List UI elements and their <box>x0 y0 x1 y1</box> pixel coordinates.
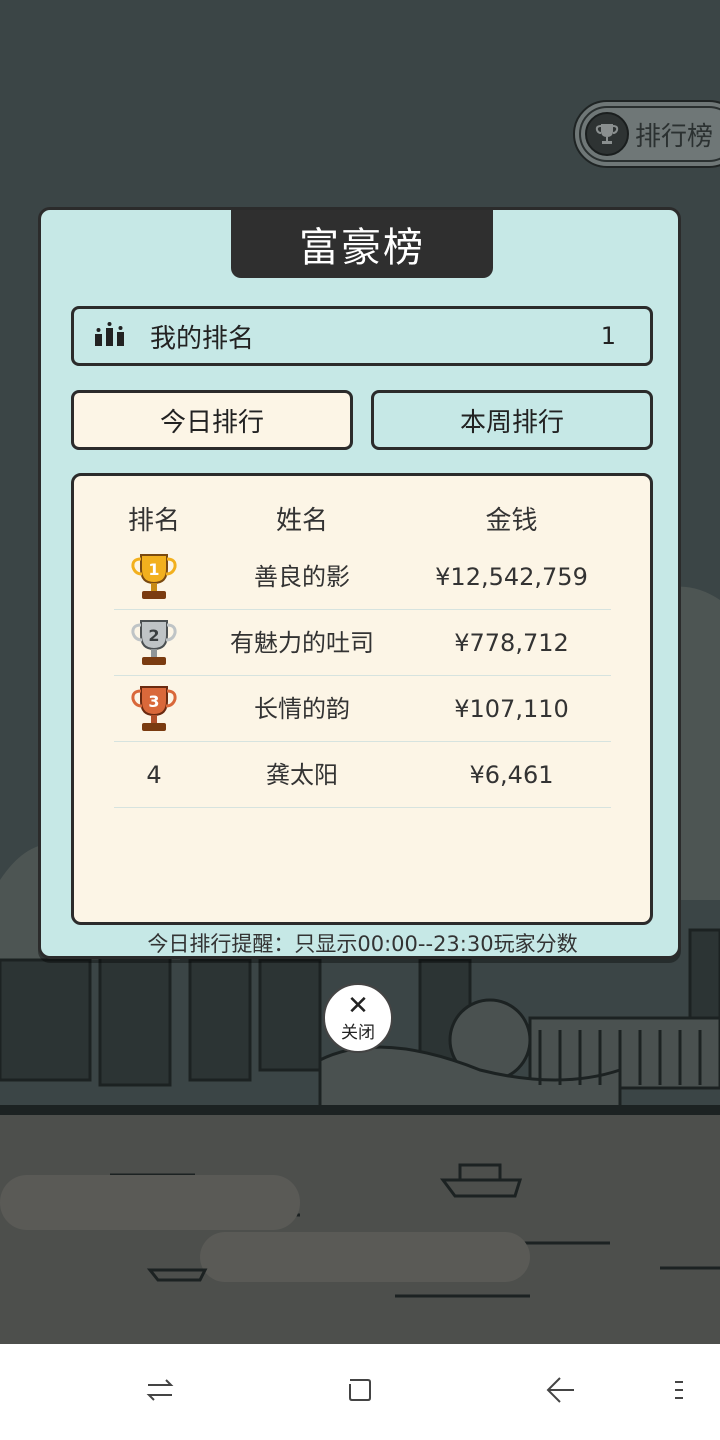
ranking-notice: 今日排行提醒：只显示00:00--23:30玩家分数 <box>147 932 578 956</box>
recent-apps-icon[interactable] <box>144 1374 176 1410</box>
podium-icon <box>94 322 126 350</box>
player-name: 长情的韵 <box>254 695 350 723</box>
tab-week[interactable]: 本周排行 <box>371 390 653 450</box>
player-money: ¥778,712 <box>454 629 569 657</box>
trophy-icon <box>585 112 629 156</box>
leaderboard-button[interactable]: 排行榜 <box>573 100 720 168</box>
table-row: 1 善良的影 ¥12,542,759 <box>114 544 611 610</box>
back-icon[interactable] <box>544 1374 576 1410</box>
home-icon[interactable] <box>344 1374 376 1410</box>
player-money: ¥6,461 <box>469 761 554 789</box>
close-button[interactable]: ✕ 关闭 <box>323 983 393 1053</box>
my-rank-label: 我的排名 <box>150 323 255 354</box>
system-nav-bar <box>0 1344 720 1440</box>
ranking-table: 排名 姓名 金钱 1 善良的影 ¥12,542,759 2 有魅力的吐司 ¥77… <box>71 473 653 925</box>
my-rank-value: 1 <box>600 322 616 350</box>
player-rank: 4 <box>146 761 162 789</box>
svg-text:3: 3 <box>148 692 159 711</box>
leaderboard-dialog: 富豪榜 我的排名 1 今日排行 本周排行 排名 姓名 金钱 1 善良的影 ¥12… <box>38 207 681 959</box>
header-money: 金钱 <box>485 506 538 536</box>
leaderboard-label: 排行榜 <box>635 121 714 152</box>
header-rank: 排名 <box>127 506 180 536</box>
menu-icon[interactable] <box>672 1374 688 1410</box>
player-money: ¥107,110 <box>454 695 569 723</box>
player-name: 善良的影 <box>254 563 350 591</box>
bronze-trophy-icon: 3 <box>114 676 194 742</box>
close-icon: ✕ <box>347 990 369 1021</box>
table-row: 4 龚太阳 ¥6,461 <box>114 742 611 808</box>
table-row: 2 有魅力的吐司 ¥778,712 <box>114 610 611 676</box>
silver-trophy-icon: 2 <box>114 610 194 676</box>
dialog-title: 富豪榜 <box>231 210 493 278</box>
tab-today[interactable]: 今日排行 <box>71 390 353 450</box>
my-rank-bar: 我的排名 1 <box>71 306 653 366</box>
player-money: ¥12,542,759 <box>435 563 588 591</box>
player-name: 有魅力的吐司 <box>230 629 374 657</box>
gold-trophy-icon: 1 <box>114 544 194 610</box>
header-name: 姓名 <box>275 506 328 536</box>
close-label: 关闭 <box>341 1022 375 1043</box>
svg-text:2: 2 <box>148 626 159 645</box>
player-name: 龚太阳 <box>266 761 338 789</box>
table-row: 3 长情的韵 ¥107,110 <box>114 676 611 742</box>
svg-text:1: 1 <box>148 560 159 579</box>
